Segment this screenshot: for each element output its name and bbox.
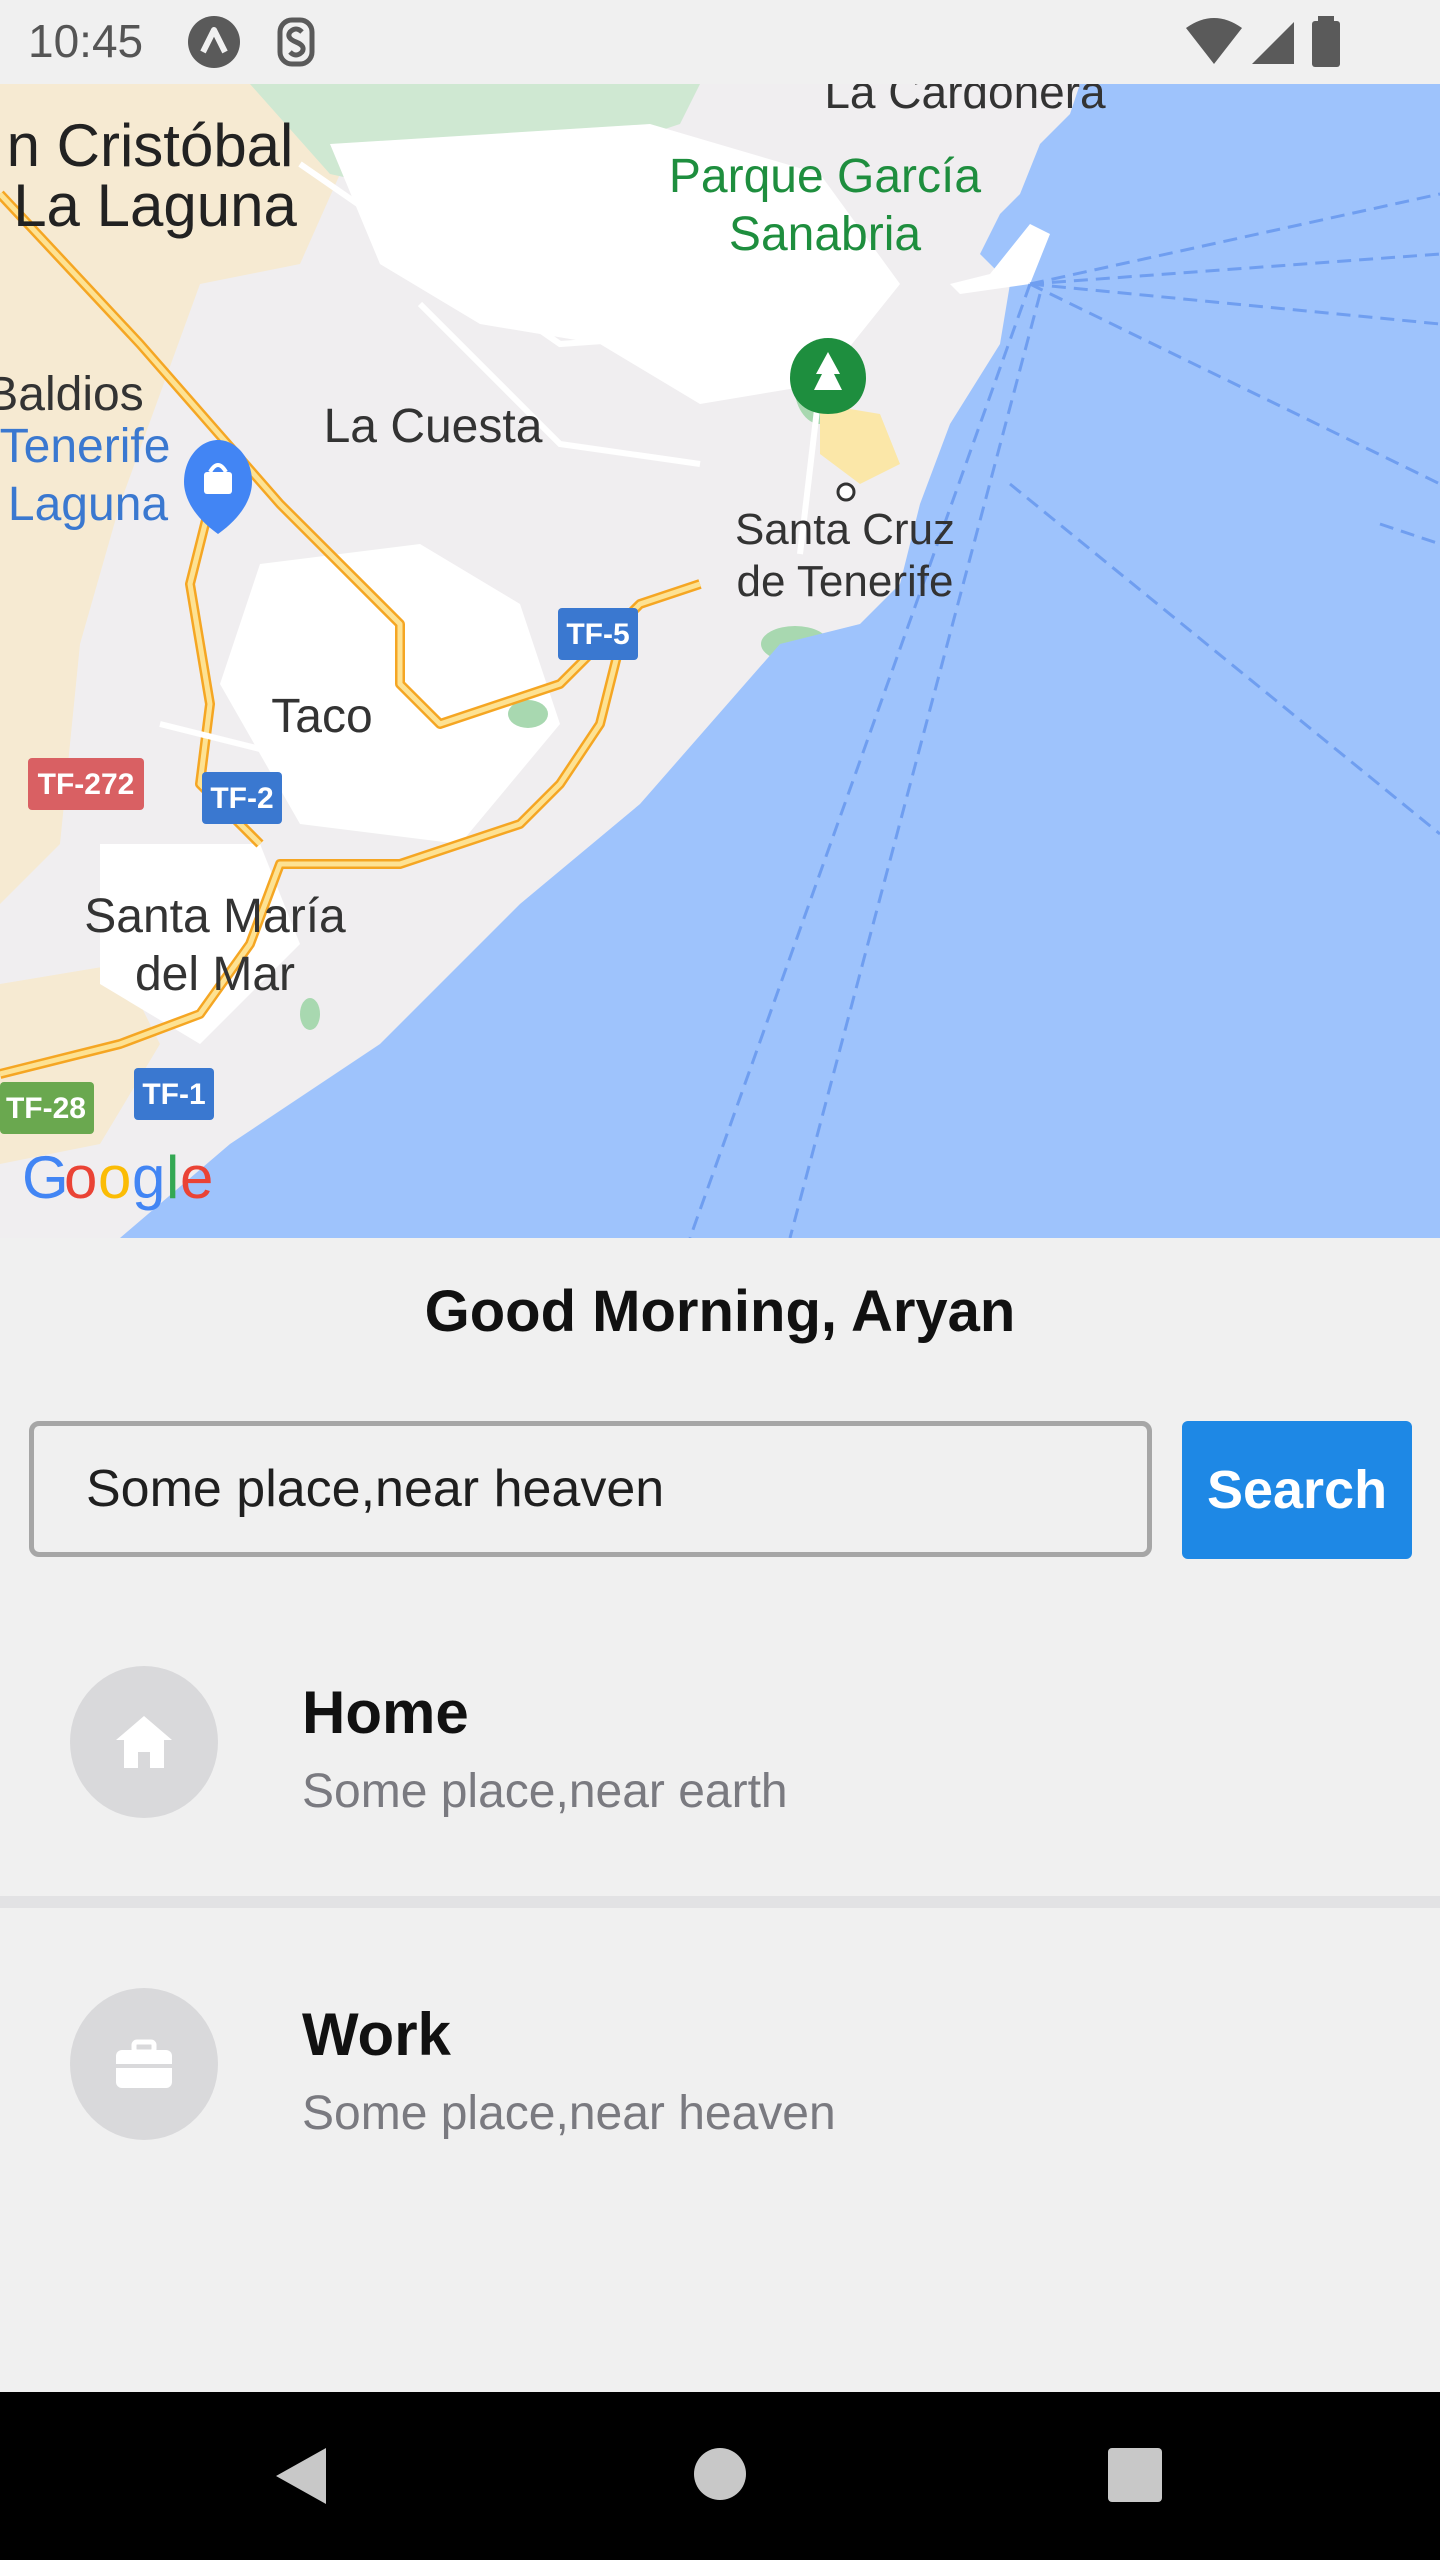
map-label-tenerife: Tenerife (0, 420, 170, 473)
battery-icon (1312, 16, 1340, 67)
place-title: Work (302, 2001, 451, 2068)
road-shield-tf2: TF-2 (210, 782, 273, 815)
map-label-baldios: Baldios (0, 368, 144, 421)
work-avatar (70, 1988, 218, 2140)
search-button[interactable]: Search (1182, 1421, 1412, 1559)
system-nav-bar (0, 2392, 1440, 2560)
a-icon (188, 16, 240, 68)
svg-text:g: g (132, 1144, 165, 1211)
map-label-sanabria: Sanabria (729, 208, 921, 261)
place-item-work[interactable]: Work Some place,near heaven (0, 1972, 1440, 2172)
place-subtitle: Some place,near earth (302, 1765, 788, 1818)
home-icon (116, 1716, 172, 1768)
map-label-del-mar: del Mar (135, 948, 295, 1001)
greeting-title: Good Morning, Aryan (424, 1279, 1016, 1344)
road-shield-tf28: TF-28 (6, 1092, 86, 1125)
signal-icon (1252, 22, 1294, 64)
status-bar: 10:45 (0, 0, 1440, 84)
home-nav-icon[interactable] (692, 2446, 748, 2502)
road-shield-tf272: TF-272 (38, 768, 135, 801)
map-label-la-cardonera: La Cardonera (824, 84, 1106, 118)
svg-text:o: o (98, 1144, 131, 1211)
search-input[interactable] (29, 1421, 1152, 1557)
park-pin-icon (790, 338, 866, 414)
home-avatar (70, 1666, 218, 1818)
divider (0, 1896, 1440, 1908)
map-label-la-cuesta: La Cuesta (324, 400, 543, 453)
s-icon (277, 17, 315, 67)
svg-text:o: o (64, 1144, 97, 1211)
place-title: Home (302, 1679, 469, 1746)
back-icon[interactable] (270, 2444, 334, 2508)
map-canvas: n Cristóbal La Laguna La Cardonera Parqu… (0, 84, 1440, 1238)
place-subtitle: Some place,near heaven (302, 2087, 836, 2140)
place-item-home[interactable]: Home Some place,near earth (0, 1650, 1440, 1850)
wifi-icon (1186, 18, 1242, 64)
map-label-la-laguna: La Laguna (13, 172, 297, 239)
recents-icon[interactable] (1108, 2448, 1162, 2502)
map-label-parque-garcia: Parque García (669, 150, 981, 203)
briefcase-icon (116, 2039, 172, 2088)
map-label-santa-cruz: Santa Cruz (735, 505, 955, 554)
map-label-laguna: Laguna (8, 478, 168, 531)
road-shield-tf5: TF-5 (566, 618, 629, 651)
google-logo: G o o g l e (22, 1144, 213, 1211)
road-shield-tf1: TF-1 (142, 1078, 205, 1111)
status-time: 10:45 (28, 15, 144, 67)
map-label-santa-maria: Santa María (84, 890, 346, 943)
map-label-san-cristobal: n Cristóbal (7, 112, 294, 179)
map-label-de-tenerife: de Tenerife (737, 557, 954, 606)
svg-text:l: l (166, 1144, 179, 1211)
svg-text:e: e (180, 1144, 213, 1211)
svg-text:G: G (22, 1144, 69, 1211)
map-label-taco: Taco (271, 690, 372, 743)
map-view[interactable]: n Cristóbal La Laguna La Cardonera Parqu… (0, 84, 1440, 1238)
